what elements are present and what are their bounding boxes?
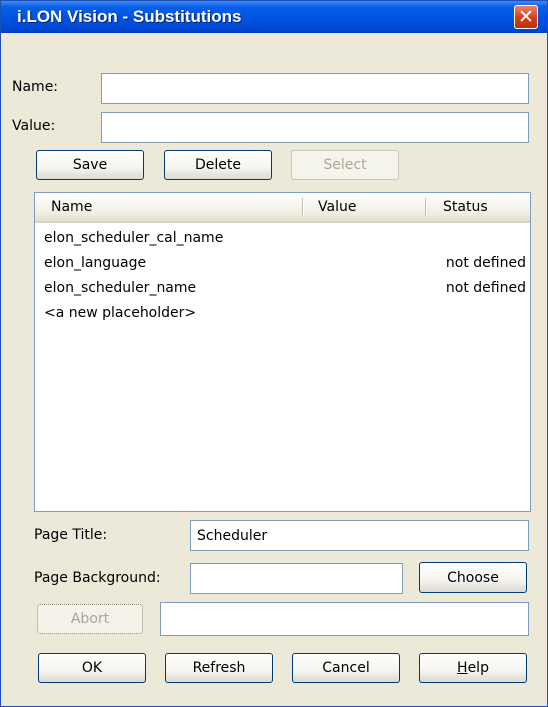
status-field [160, 602, 529, 636]
refresh-button[interactable]: Refresh [165, 653, 273, 683]
cancel-button[interactable]: Cancel [292, 653, 400, 683]
title-bar[interactable]: i.LON Vision - Substitutions ✕ [1, 1, 547, 33]
choose-button[interactable]: Choose [419, 562, 527, 593]
select-button[interactable]: Select [291, 150, 399, 180]
list-row[interactable]: elon_scheduler_name not defined [35, 275, 530, 301]
value-field[interactable] [101, 112, 529, 143]
list-row[interactable]: elon_language not defined [35, 250, 530, 276]
column-divider[interactable] [302, 198, 304, 216]
row-name: elon_scheduler_name [44, 280, 197, 296]
list-header: Name Value Status [35, 193, 530, 223]
ok-button[interactable]: OK [38, 653, 146, 683]
value-label: Value: [12, 118, 56, 134]
help-label-rest: elp [467, 660, 489, 676]
page-background-field[interactable] [190, 563, 403, 594]
row-name: elon_scheduler_cal_name [44, 230, 224, 246]
page-title-field[interactable] [190, 520, 529, 551]
name-field[interactable] [101, 73, 529, 104]
column-header-status[interactable]: Status [443, 193, 523, 221]
window-title: i.LON Vision - Substitutions [17, 7, 242, 26]
page-title-label: Page Title: [34, 527, 108, 543]
list-row[interactable]: elon_scheduler_cal_name [35, 225, 530, 251]
abort-button[interactable]: Abort [37, 604, 143, 634]
row-name: elon_language [44, 255, 147, 271]
row-status: not defined [445, 280, 526, 296]
save-button[interactable]: Save [36, 150, 144, 180]
substitutions-list[interactable]: Name Value Status elon_scheduler_cal_nam… [34, 192, 531, 512]
page-background-label: Page Background: [34, 570, 161, 586]
column-header-value[interactable]: Value [318, 193, 418, 221]
column-header-name[interactable]: Name [51, 193, 301, 221]
delete-button[interactable]: Delete [164, 150, 272, 180]
column-divider[interactable] [425, 198, 427, 216]
close-icon[interactable]: ✕ [514, 5, 538, 29]
substitutions-dialog: i.LON Vision - Substitutions ✕ Name: Val… [0, 0, 548, 707]
row-status: not defined [445, 255, 526, 271]
list-row[interactable]: <a new placeholder> [35, 300, 530, 326]
name-label: Name: [12, 79, 59, 95]
row-name: <a new placeholder> [44, 305, 197, 321]
help-button[interactable]: Help [419, 653, 527, 683]
help-mnemonic: H [457, 660, 468, 676]
